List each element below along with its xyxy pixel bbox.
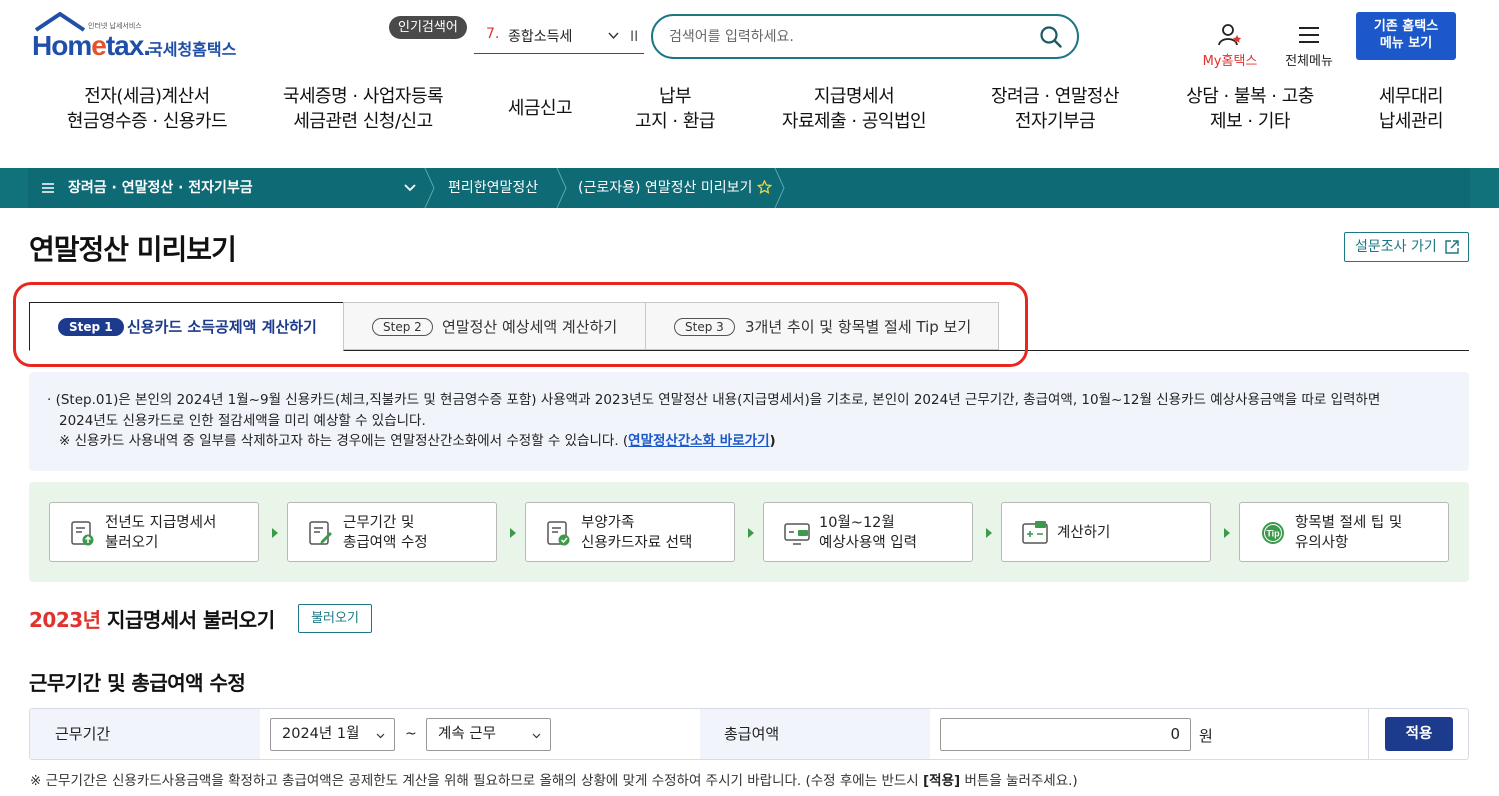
flow-step-load: 전년도 지급명세서 불러오기 [49,502,259,562]
hamburger-icon [1299,27,1319,43]
simplified-year-end-link[interactable]: 연말정산간소화 바로가기 [628,433,769,449]
period-tilde: ~ [405,726,417,742]
page-title: 연말정산 미리보기 [29,233,237,266]
period-note: ※ 근무기간은 신용카드사용금액을 확정하고 총급여액은 공제한도 계산을 위해… [30,773,1078,789]
flow-step-period: 근무기간 및 총급여액 수정 [287,502,497,562]
chevron-down-icon[interactable] [404,183,416,193]
logo-brand: Hometax. [32,30,151,61]
svg-text:Tip: Tip [1266,529,1280,539]
gnb-item-certificate[interactable]: 국세증명 · 사업자등록 세금관련 신청/신고 [268,84,458,134]
my-hometax-label: My홈택스 [1202,54,1258,69]
gnb-item-tax-agent[interactable]: 세무대리 납세관리 [1365,84,1457,134]
search-icon[interactable] [1039,25,1063,49]
gnb-item-payment[interactable]: 납부 고지 · 환급 [620,84,730,134]
document-edit-icon [309,521,332,545]
chevron-down-icon[interactable] [608,30,619,41]
logo-korean: 국세청홈택스 [148,40,237,59]
section-title-period: 근무기간 및 총급여액 수정 [29,671,246,695]
flow-step-calculate: 계산하기 [1001,502,1211,562]
process-flow: 전년도 지급명세서 불러오기 근무기간 및 총급여액 수정 부양가족 신용카드자료 선… [29,482,1469,582]
breadcrumb-level3[interactable]: (근로자용) 연말정산 미리보기 [578,168,752,208]
breadcrumb: 장려금 · 연말정산 · 전자기부금 편리한연말정산 (근로자용) 연말정산 미… [0,168,1499,208]
star-icon[interactable] [757,180,772,195]
popular-rank: 7. [486,26,500,42]
house-roof-icon [34,12,86,32]
period-end-select[interactable]: 계속 근무 [426,718,551,751]
old-hometax-menu-button[interactable]: 기존 홈택스 메뉴 보기 [1356,12,1456,60]
pause-icon[interactable]: II [630,29,638,45]
period-salary-form: 근무기간 2024년 1월 ~ 계속 근무 총급여액 0 원 적용 [29,708,1469,760]
breadcrumb-separator [774,168,785,208]
tip-icon: Tip [1262,522,1284,544]
flow-arrow-icon [748,528,754,538]
gnb-item-consultation[interactable]: 상담 · 불복 · 고충 제보 · 기타 [1170,84,1330,134]
old-home-line1: 기존 홈택스 [1373,19,1439,34]
my-hometax-button[interactable]: My홈택스 [1198,22,1262,69]
user-icon [1218,24,1242,46]
gnb-item-year-end[interactable]: 장려금 · 연말정산 전자기부금 [975,84,1135,134]
all-menu-button[interactable]: 전체메뉴 [1280,22,1338,69]
breadcrumb-separator [424,168,435,208]
highlight-outline [13,282,1028,367]
popular-keyword[interactable]: 종합소득세 [508,26,572,46]
external-link-icon [1445,240,1459,254]
info-box: · (Step.01)은 본인의 2024년 1월~9월 신용카드(체크,직불카… [29,372,1469,471]
gnb-item-payment-statement[interactable]: 지급명세서 자료제출 · 공익법인 [765,84,943,134]
monitor-input-icon [784,523,810,545]
load-button[interactable]: 불러오기 [298,604,372,633]
old-home-line2: 메뉴 보기 [1379,36,1433,51]
hometax-logo[interactable]: 인터넷 납세서비스 Hometax. 국세청홈택스 [30,12,250,62]
survey-button[interactable]: 설문조사 가기 [1344,232,1469,262]
info-line1: · (Step.01)은 본인의 2024년 1월~9월 신용카드(체크,직불카… [47,392,1381,408]
gnb-item-tax-filing[interactable]: 세금신고 [490,96,590,121]
breadcrumb-menu[interactable]: 장려금 · 연말정산 · 전자기부금 [68,168,253,208]
breadcrumb-separator [556,168,567,208]
popular-search-select[interactable]: 7. 종합소득세 II [474,20,644,54]
chevron-down-icon [532,733,541,739]
apply-button[interactable]: 적용 [1385,717,1453,751]
flow-step-expected: 10월~12월 예상사용액 입력 [763,502,973,562]
search-box [651,14,1079,59]
info-line3: ※ 신용카드 사용내역 중 일부를 삭제하고자 하는 경우에는 연말정산간소화에… [59,433,776,449]
period-start-select[interactable]: 2024년 1월 [270,718,395,751]
header: 인터넷 납세서비스 Hometax. 국세청홈택스 인기검색어 7. 종합소득세… [0,0,1499,168]
chevron-down-icon [376,733,385,739]
document-check-icon [547,521,570,546]
section-title-load: 2023년 지급명세서 불러오기 [29,608,275,632]
flow-step-dependents: 부양가족 신용카드자료 선택 [525,502,735,562]
survey-label: 설문조사 가기 [1355,239,1437,255]
popular-search-badge: 인기검색어 [389,16,467,39]
salary-label: 총급여액 [724,725,780,743]
all-menu-label: 전체메뉴 [1285,54,1333,69]
breadcrumb-level2[interactable]: 편리한연말정산 [448,168,538,208]
gnb-item-invoice[interactable]: 전자(세금)계산서 현금영수증 · 신용카드 [52,84,242,134]
salary-input[interactable]: 0 [940,718,1191,751]
info-line2: 2024년도 신용카드로 인한 절감세액을 미리 예상할 수 있습니다. [59,413,426,429]
search-input[interactable] [669,24,1029,49]
global-navigation: 전자(세금)계산서 현금영수증 · 신용카드 국세증명 · 사업자등록 세금관련 신… [0,84,1499,138]
calculator-icon [1022,521,1048,544]
list-menu-icon [42,183,54,193]
period-label: 근무기간 [55,725,111,743]
flow-arrow-icon [1224,528,1230,538]
currency-unit: 원 [1199,727,1213,745]
flow-step-tips: Tip 항목별 절세 팁 및 유의사항 [1239,502,1449,562]
document-upload-icon [71,521,94,546]
flow-arrow-icon [986,528,992,538]
flow-arrow-icon [510,528,516,538]
flow-arrow-icon [272,528,278,538]
